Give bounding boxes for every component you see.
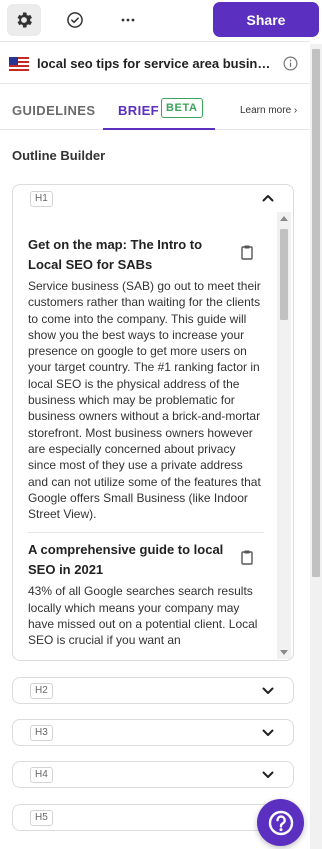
suggestion-list: Get on the map: The Intro to Local SEO f… [28,235,266,649]
outline-section-h4[interactable]: H4 [12,761,294,788]
outline-section-h2[interactable]: H2 [12,677,294,704]
more-options-button[interactable] [111,4,145,36]
heading-tag-badge: H1 [30,191,53,207]
tab-bar: GUIDELINES BRIEF BETA Learn more › [0,86,310,130]
help-button[interactable] [257,799,304,846]
us-flag-icon [9,57,29,71]
page-scrollbar[interactable] [310,44,322,849]
panel-scrollbar[interactable] [277,212,291,659]
beta-badge: BETA [161,98,203,118]
scrollbar-thumb[interactable] [312,49,320,577]
heading-tag-badge: H2 [30,683,53,699]
check-button[interactable] [58,4,92,36]
outline-section-h5[interactable]: H5 [12,804,294,831]
scrollbar-thumb[interactable] [280,229,288,320]
query-row: local seo tips for service area business… [0,44,310,84]
query-text: local seo tips for service area business… [37,56,277,71]
question-mark-icon [268,810,293,835]
outline-section-h3[interactable]: H3 [12,719,294,746]
clipboard-icon[interactable] [240,244,254,260]
tab-brief[interactable]: BRIEF [118,103,159,118]
gear-icon [17,12,32,28]
list-item: A comprehensive guide to local SEO in 20… [28,540,266,648]
share-button[interactable]: Share [213,2,319,37]
learn-more-link[interactable]: Learn more › [240,105,297,116]
heading-tag-badge: H5 [30,810,53,826]
suggestion-title: Get on the map: The Intro to Local SEO f… [28,237,203,272]
scroll-down-arrow-icon[interactable] [280,650,288,655]
chevron-down-icon[interactable] [262,729,274,737]
scroll-up-arrow-icon[interactable] [280,216,288,221]
list-item: Get on the map: The Intro to Local SEO f… [28,235,266,522]
chevron-up-icon[interactable] [262,194,274,202]
chevron-down-icon[interactable] [262,771,274,779]
suggestion-text: 43% of all Google searches search result… [28,584,258,648]
more-dots-icon [121,18,135,22]
top-toolbar: Share [0,0,319,42]
heading-tag-badge: H4 [30,767,53,783]
suggestion-text: Service business (SAB) go out to meet th… [28,279,261,522]
divider [28,532,264,534]
info-icon[interactable] [283,56,298,71]
outline-section-h1: H1 Get on the map: The Intro to Local SE… [12,184,294,661]
suggestion-title: A comprehensive guide to local SEO in 20… [28,542,224,578]
heading-tag-badge: H3 [30,725,53,741]
chevron-down-icon[interactable] [262,687,274,695]
clipboard-icon[interactable] [240,549,254,566]
settings-button[interactable] [7,4,41,36]
outline-builder-title: Outline Builder [12,148,106,163]
tab-guidelines[interactable]: GUIDELINES [12,103,95,118]
check-circle-icon [67,12,83,28]
active-tab-indicator [103,128,215,130]
